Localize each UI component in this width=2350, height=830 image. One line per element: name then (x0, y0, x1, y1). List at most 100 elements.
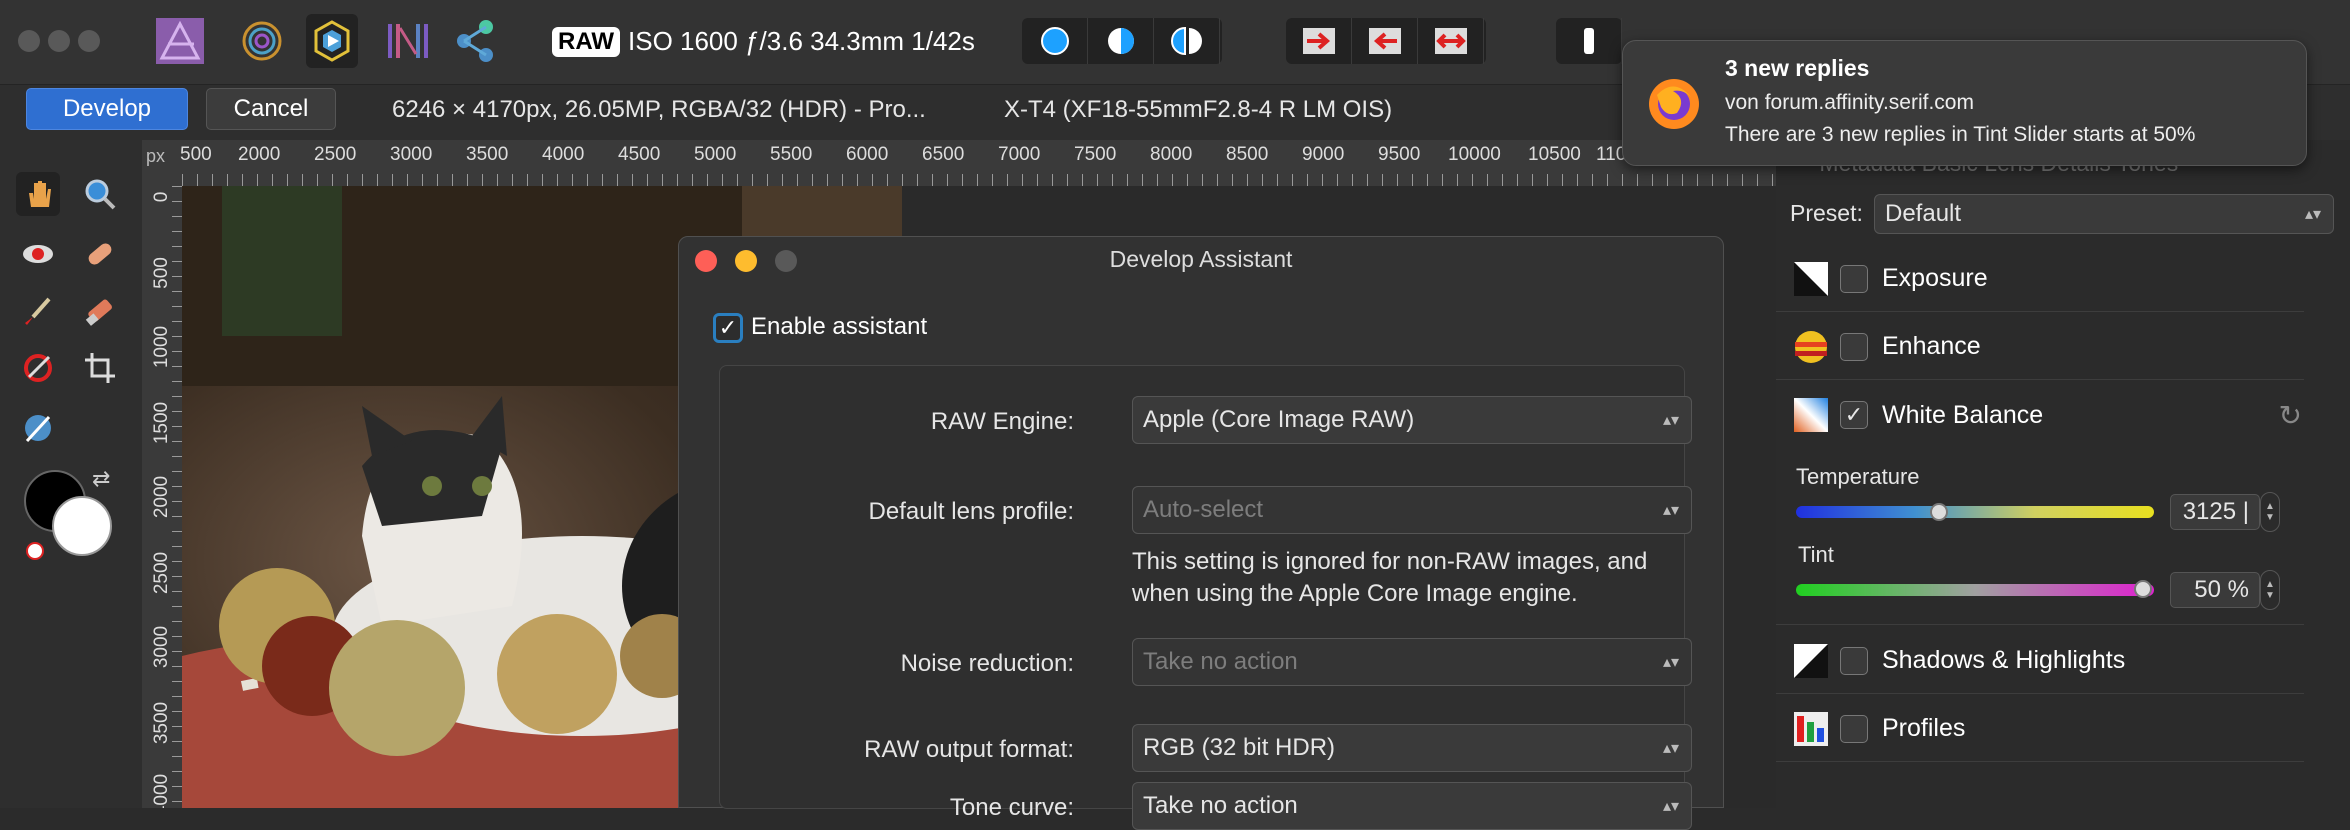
section-enhance[interactable]: Enhance (1776, 314, 2304, 380)
exposure-icon (1794, 261, 1828, 296)
ruler-tick: 2000 (238, 144, 281, 165)
ruler-tick: 4000 (151, 773, 172, 808)
secondary-color-swatch[interactable] (52, 496, 112, 556)
tone-mapping-persona-icon[interactable] (380, 14, 432, 68)
blemish-tool-icon[interactable] (78, 232, 122, 276)
crop-tool-icon[interactable] (78, 346, 122, 390)
highlight-clipping-icon[interactable] (1556, 18, 1622, 64)
document-info: 6246 × 4170px, 26.05MP, RGBA/32 (HDR) - … (392, 96, 926, 123)
ruler-unit: px (146, 146, 166, 166)
export-persona-icon[interactable] (450, 14, 502, 68)
raw-engine-value: Apple (Core Image RAW) (1143, 406, 1415, 433)
raw-engine-label: RAW Engine: (930, 408, 1074, 435)
raw-output-format-select[interactable]: RGB (32 bit HDR) ▴▾ (1132, 724, 1692, 772)
top-ruler: px 500 2000 2500 3000 3500 4000 4500 500… (142, 140, 1776, 186)
enhance-checkbox[interactable] (1840, 332, 1868, 361)
temperature-value[interactable]: 3125 | (2170, 494, 2260, 530)
develop-button[interactable]: Develop (26, 88, 188, 130)
preset-select[interactable]: Default ▴▾ (1874, 194, 2334, 234)
ruler-tick: 1500 (151, 401, 172, 445)
split-view-button[interactable] (1088, 18, 1154, 64)
ruler-tick: 4000 (542, 144, 585, 165)
tone-curve-select[interactable]: Take no action ▴▾ (1132, 782, 1692, 830)
dialog-settings-group: RAW Engine: Apple (Core Image RAW) ▴▾ Def… (719, 365, 1692, 830)
hand-tool-icon[interactable] (16, 172, 60, 216)
section-shadows-highlights[interactable]: Shadows & Highlights (1776, 628, 2304, 694)
ruler-tick: 5000 (694, 144, 737, 165)
dialog-minimize-button[interactable] (735, 250, 757, 272)
ruler-tick: 9500 (1378, 144, 1421, 165)
gradient-overlay-tool-icon[interactable] (16, 346, 60, 390)
notification-banner[interactable]: 3 new replies von forum.affinity.serif.c… (1622, 40, 2307, 166)
window-zoom-button[interactable] (78, 30, 100, 52)
dialog-close-button[interactable] (695, 250, 717, 272)
chevron-updown-icon: ▴▾ (2304, 206, 2321, 223)
dialog-zoom-button[interactable] (775, 250, 797, 272)
exposure-checkbox[interactable] (1840, 264, 1868, 293)
tint-stepper[interactable]: ▲ ▼ (2260, 570, 2280, 610)
single-view-button[interactable] (1022, 18, 1088, 64)
tone-curve-value: Take no action (1143, 792, 1298, 819)
liquify-persona-icon[interactable] (236, 14, 288, 68)
tint-slider[interactable] (1796, 584, 2154, 596)
notification-title: 3 new replies (1725, 55, 1870, 81)
left-ruler: 0 500 1000 1500 2000 2500 3000 3500 4000 (142, 186, 182, 808)
ruler-tick: 2000 (151, 475, 172, 519)
ruler-tick: 6500 (922, 144, 965, 165)
notification-body: There are 3 new replies in Tint Slider s… (1725, 123, 2196, 146)
swap-icon[interactable] (1418, 18, 1484, 64)
ruler-tick: 0 (151, 191, 172, 203)
ruler-tick: 500 (180, 144, 212, 165)
section-profiles[interactable]: Profiles (1776, 696, 2304, 762)
enhance-icon (1795, 330, 1827, 363)
shadows-highlights-label: Shadows & Highlights (1882, 646, 2126, 674)
firefox-icon (1649, 79, 1699, 129)
white-balance-label: White Balance (1882, 400, 2044, 429)
raw-badge: RAW (552, 26, 620, 57)
ruler-tick: 5500 (770, 144, 813, 165)
raw-engine-select[interactable]: Apple (Core Image RAW) ▴▾ (1132, 396, 1692, 444)
erase-brush-tool-icon[interactable] (78, 290, 122, 334)
cancel-button[interactable]: Cancel (206, 88, 336, 130)
no-color-icon[interactable] (26, 542, 44, 560)
copy-left-icon[interactable] (1352, 18, 1418, 64)
view-mode-group (1022, 18, 1222, 64)
exif-text: ISO 1600 ƒ/3.6 34.3mm 1/42s (628, 26, 975, 56)
profiles-icon (1794, 711, 1828, 746)
develop-persona-icon[interactable] (306, 14, 358, 68)
clipping-group (1556, 18, 1622, 64)
lens-profile-label: Default lens profile: (868, 498, 1074, 525)
preset-value: Default (1885, 200, 1962, 227)
section-exposure[interactable]: Exposure (1776, 246, 2304, 312)
ruler-tick: 3000 (390, 144, 433, 165)
section-white-balance[interactable]: ✓ White Balance ↻ (1776, 382, 2304, 448)
temperature-stepper[interactable]: ▲ ▼ (2260, 492, 2280, 532)
mirror-view-button[interactable] (1154, 18, 1220, 64)
shadows-highlights-checkbox[interactable] (1840, 646, 1868, 675)
swap-colors-icon[interactable]: ⇄ (92, 466, 110, 492)
reset-icon[interactable]: ↻ (2279, 399, 2302, 432)
window-close-button[interactable] (18, 30, 40, 52)
affinity-photo-logo-icon[interactable] (154, 14, 206, 68)
window-minimize-button[interactable] (48, 30, 70, 52)
brush-tool-icon[interactable] (16, 290, 60, 334)
tint-value[interactable]: 50 % (2170, 572, 2260, 608)
white-balance-checkbox[interactable]: ✓ (1840, 401, 1868, 429)
ruler-tick: 2500 (151, 551, 172, 595)
chevron-updown-icon: ▴▾ (1662, 798, 1679, 815)
temperature-slider[interactable] (1796, 506, 2154, 518)
copy-right-icon[interactable] (1286, 18, 1352, 64)
notification-source: von forum.affinity.serif.com (1725, 91, 1974, 114)
ruler-tick: 3000 (151, 625, 172, 669)
noise-reduction-select[interactable]: Take no action ▴▾ (1132, 638, 1692, 686)
lens-profile-select[interactable]: Auto-select ▴▾ (1132, 486, 1692, 534)
profiles-checkbox[interactable] (1840, 714, 1868, 743)
enable-assistant-checkbox[interactable]: ✓ (713, 313, 743, 343)
noise-reduction-label: Noise reduction: (900, 650, 1074, 677)
ruler-tick: 10000 (1448, 144, 1501, 165)
white-balance-tool-icon[interactable] (16, 406, 60, 450)
zoom-tool-icon[interactable] (78, 172, 122, 216)
lens-profile-note: This setting is ignored for non-RAW imag… (1132, 548, 1648, 607)
tone-curve-label: Tone curve: (949, 794, 1074, 821)
red-eye-tool-icon[interactable] (16, 232, 60, 276)
